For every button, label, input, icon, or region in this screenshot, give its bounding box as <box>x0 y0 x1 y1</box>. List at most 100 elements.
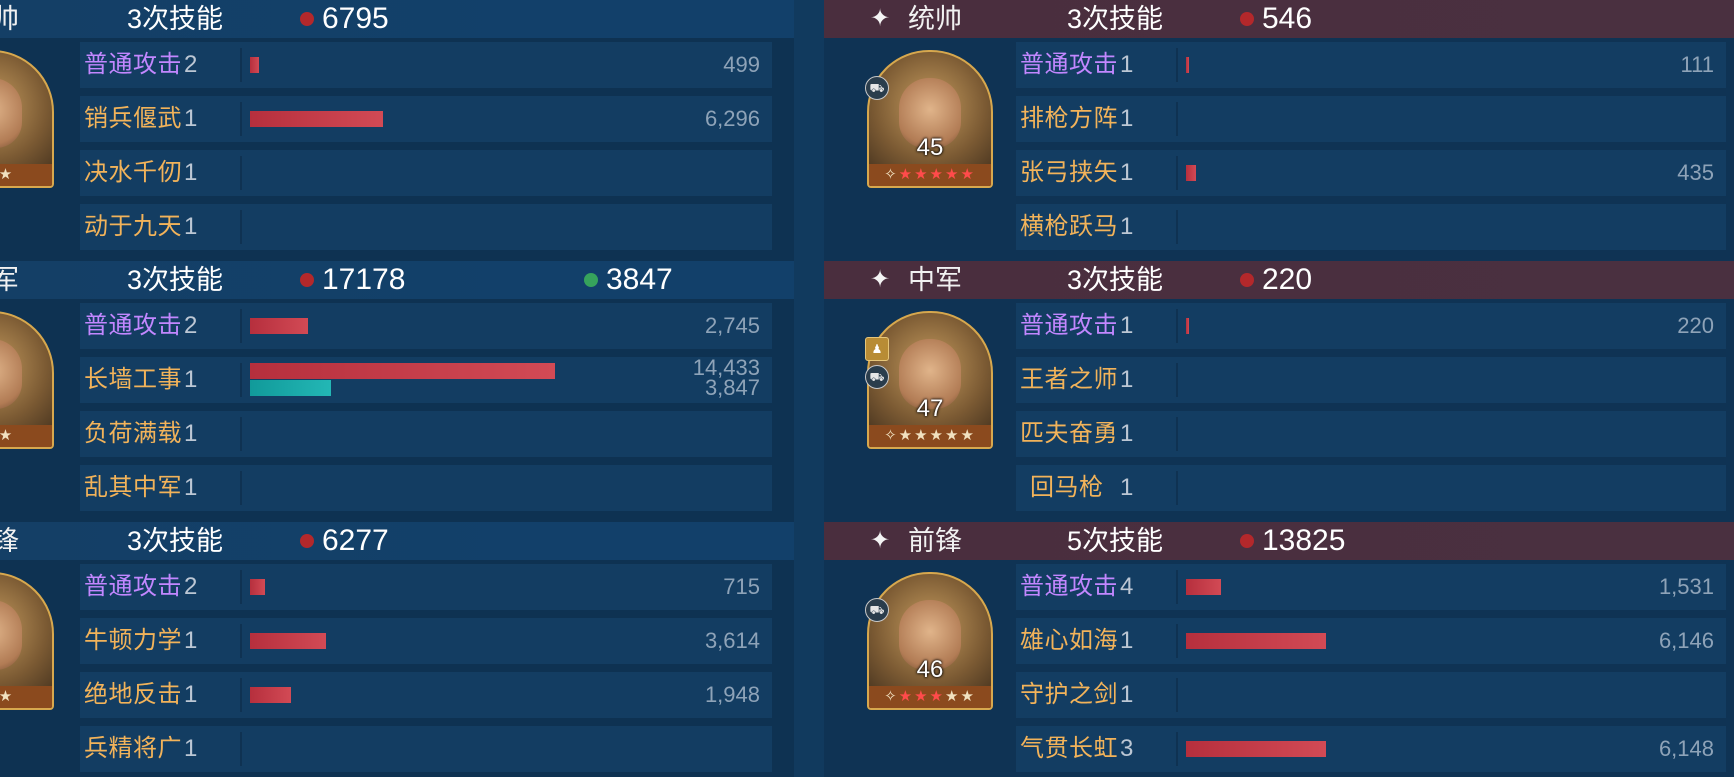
general-portrait[interactable]: 45 ✧★★★★★ <box>867 50 993 190</box>
skill-row[interactable]: 牛顿力学 1 3,614 <box>80 618 772 664</box>
total-heal-value: 3847 <box>606 263 673 296</box>
general-portrait[interactable]: 6 ★★★ <box>0 50 54 190</box>
general-level: 6 <box>0 395 52 423</box>
skill-row[interactable]: 张弓挟矢 1 435 <box>1016 150 1726 196</box>
skill-name: 决水千仞 <box>84 159 182 186</box>
row-divider <box>1176 624 1178 658</box>
row-divider <box>240 417 242 451</box>
total-damage-value: 17178 <box>322 263 406 296</box>
star-rating: ★★★ <box>0 164 52 186</box>
general-portrait[interactable]: 6 ★★★ <box>0 311 54 451</box>
row-divider <box>240 210 242 244</box>
general-level: 6 <box>0 656 52 684</box>
skill-row[interactable]: 决水千仞 1 <box>80 150 772 196</box>
skill-use-count: 1 <box>1120 366 1134 393</box>
damage-dot-icon <box>300 12 314 26</box>
skill-row[interactable]: 动于九天 1 <box>80 204 772 250</box>
star-rating: ✧★★★★★ <box>869 164 991 186</box>
skill-row[interactable]: 横枪跃马 1 <box>1016 204 1726 250</box>
skill-row[interactable]: 回马枪 1 <box>1016 465 1726 511</box>
skill-row[interactable]: 匹夫奋勇 1 <box>1016 411 1726 457</box>
skill-row[interactable]: 兵精将广 1 <box>80 726 772 772</box>
star-rating: ✧★★★★★ <box>869 425 991 447</box>
damage-value: 111 <box>1680 52 1714 77</box>
row-divider <box>1176 417 1178 451</box>
portrait-frame: 46 ✧★★★★★ <box>867 572 993 710</box>
skill-use-count: 1 <box>1120 312 1134 339</box>
row-divider <box>1176 48 1178 82</box>
skill-row[interactable]: 销兵偃武 1 6,296 <box>80 96 772 142</box>
damage-bar <box>250 687 291 703</box>
skill-name: 雄心如海 <box>1020 627 1118 654</box>
general-level: 6 <box>0 134 52 162</box>
stars-red: ★★★★★ <box>898 166 976 183</box>
skill-use-count: 2 <box>184 51 198 78</box>
skill-use-count: 3 <box>1120 735 1134 762</box>
portrait-frame: 6 ★★★ <box>0 311 54 449</box>
skill-name: 匹夫奋勇 <box>1020 420 1118 447</box>
damage-value: 1,531 <box>1658 574 1714 599</box>
portrait-frame: 6 ★★★ <box>0 50 54 188</box>
skill-use-count: 2 <box>184 312 198 339</box>
skill-row[interactable]: 普通攻击 2 499 <box>80 42 772 88</box>
group-header: ✦ 统帅 3次技能 546 <box>824 0 1734 38</box>
total-damage-value: 13825 <box>1262 524 1346 557</box>
sparkle-icon: ✦ <box>870 266 891 293</box>
skill-name: 守护之剑 <box>1020 681 1118 708</box>
skill-row[interactable]: 气贯长虹 3 6,148 <box>1016 726 1726 772</box>
portrait-frame: 45 ✧★★★★★ <box>867 50 993 188</box>
skill-use-count: 4 <box>1120 573 1134 600</box>
skill-count-label: 3次技能 <box>1067 4 1164 34</box>
skill-row[interactable]: 长墙工事 1 14,433 3,847 <box>80 357 772 403</box>
portrait-frame: 6 ★★★ <box>0 572 54 710</box>
general-portrait[interactable]: 46 ✧★★★★★ <box>867 572 993 712</box>
rank-icon: ✧ <box>884 166 899 183</box>
skill-row[interactable]: 普通攻击 1 111 <box>1016 42 1726 88</box>
skill-name: 负荷满载 <box>84 420 182 447</box>
skill-row[interactable]: 绝地反击 1 1,948 <box>80 672 772 718</box>
damage-bar <box>1186 579 1221 595</box>
skill-row[interactable]: 负荷满载 1 <box>80 411 772 457</box>
skill-row[interactable]: 乱其中军 1 <box>80 465 772 511</box>
star-rating: ★★★ <box>0 425 52 447</box>
skill-row[interactable]: 雄心如海 1 6,146 <box>1016 618 1726 664</box>
general-portrait[interactable]: 6 ★★★ <box>0 572 54 712</box>
skill-name: 普通攻击 <box>84 312 182 339</box>
row-divider <box>1176 363 1178 397</box>
skill-use-count: 1 <box>184 159 198 186</box>
general-level: 46 <box>916 656 944 683</box>
skill-name: 兵精将广 <box>84 735 182 762</box>
skill-row[interactable]: 普通攻击 1 220 <box>1016 303 1726 349</box>
skill-use-count: 1 <box>184 474 198 501</box>
row-divider <box>240 678 242 712</box>
skill-row[interactable]: 普通攻击 4 1,531 <box>1016 564 1726 610</box>
row-divider <box>240 570 242 604</box>
group-header: ✦ 前锋 5次技能 13825 <box>824 522 1734 560</box>
group-header: ✦ 中军 3次技能 220 <box>824 261 1734 299</box>
damage-dot-icon <box>300 534 314 548</box>
skill-use-count: 1 <box>184 735 198 762</box>
skill-use-count: 1 <box>1120 474 1134 501</box>
row-divider <box>240 48 242 82</box>
role-label: 统帅 <box>908 4 962 34</box>
skill-row[interactable]: 普通攻击 2 715 <box>80 564 772 610</box>
right-team-panel: ✦ 统帅 3次技能 546 45 ✧★★★★★ ⛟ 普通攻击 1 111 排枪方阵 1 张弓挟矢 1 435… <box>824 0 1734 777</box>
damage-value: 1,948 <box>704 682 760 707</box>
skill-name: 动于九天 <box>84 213 182 240</box>
skill-use-count: 1 <box>1120 420 1134 447</box>
sparkle-icon: ✦ <box>870 5 891 32</box>
skill-row[interactable]: 排枪方阵 1 <box>1016 96 1726 142</box>
skill-row[interactable]: 王者之师 1 <box>1016 357 1726 403</box>
stars-white: ★★★★★ <box>898 427 976 444</box>
total-damage-value: 6277 <box>322 524 389 557</box>
skill-row[interactable]: 守护之剑 1 <box>1016 672 1726 718</box>
role-label: 中军 <box>908 265 962 295</box>
row-divider <box>240 732 242 766</box>
skill-count-label: 5次技能 <box>1067 526 1164 556</box>
skill-row[interactable]: 普通攻击 2 2,745 <box>80 303 772 349</box>
damage-bar <box>250 57 259 73</box>
skill-name: 普通攻击 <box>84 573 182 600</box>
damage-bar <box>1186 633 1326 649</box>
rank-icon: ✧ <box>884 427 899 444</box>
damage-bar <box>250 363 555 379</box>
